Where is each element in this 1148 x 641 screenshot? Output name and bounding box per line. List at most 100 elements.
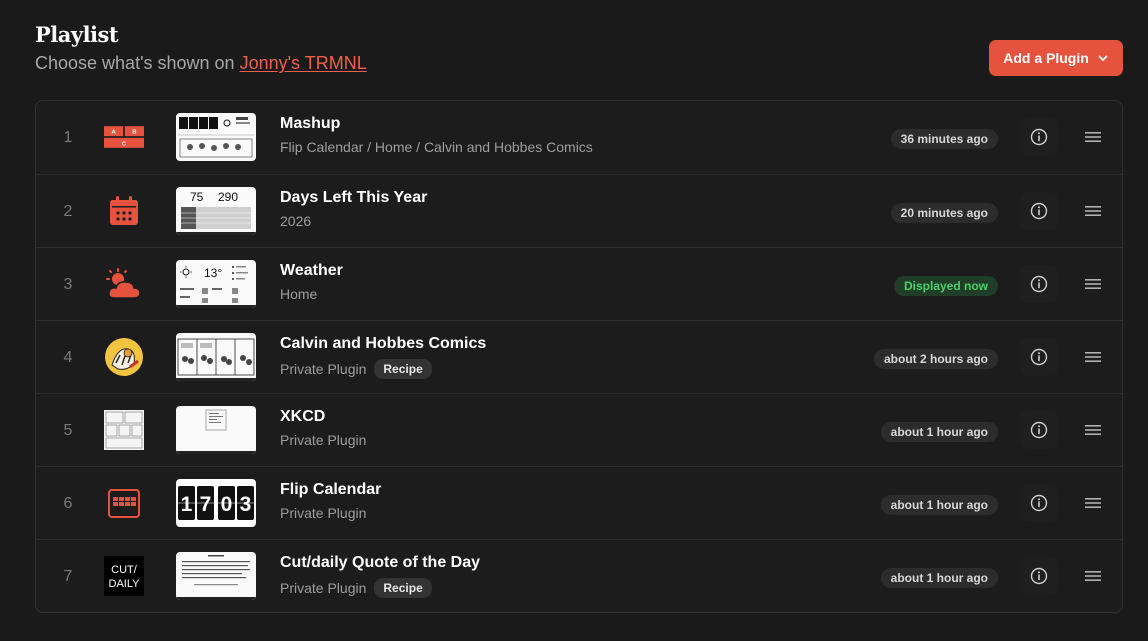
- plugin-subtitle-text: 2026: [280, 213, 312, 229]
- displayed-now-badge: Displayed now: [893, 276, 998, 296]
- cut-daily-preview-thumbnail: [176, 552, 256, 600]
- info-button[interactable]: [1020, 338, 1058, 376]
- info-button[interactable]: [1020, 557, 1058, 595]
- plugin-subtitle-text: Private Plugin: [280, 580, 367, 596]
- playlist-row-weather[interactable]: 3 13° Weather Home Displayed now: [36, 247, 1122, 320]
- row-index: 7: [63, 567, 73, 585]
- device-link[interactable]: Jonny's TRMNL: [240, 53, 367, 73]
- plugin-subtitle: Flip Calendar / Home / Calvin and Hobbes…: [280, 139, 593, 155]
- add-plugin-label: Add a Plugin: [1003, 50, 1089, 66]
- days-passed-number: 75: [190, 190, 204, 204]
- plugin-subtitle-text: Flip Calendar / Home / Calvin and Hobbes…: [280, 139, 593, 155]
- drag-handle[interactable]: [1078, 127, 1108, 147]
- page-subtitle: Choose what's shown on Jonny's TRMNL: [35, 53, 367, 74]
- recipe-badge: Recipe: [374, 359, 432, 379]
- weather-temperature: 13°: [204, 266, 222, 280]
- xkcd-icon: [104, 410, 144, 450]
- playlist-row-calvin-hobbes[interactable]: 4 Calvin and Hobbes Comics Private Plugi…: [36, 320, 1122, 393]
- weather-icon: [104, 264, 144, 304]
- plugin-subtitle: Private Plugin: [280, 432, 366, 448]
- days-left-number: 290: [218, 190, 238, 204]
- row-index: 3: [63, 275, 73, 293]
- flip-calendar-preview-thumbnail: 1 7 0 3: [176, 479, 256, 527]
- info-icon: [1030, 494, 1048, 512]
- last-shown-badge: about 1 hour ago: [880, 495, 998, 515]
- drag-handle-icon: [1085, 498, 1101, 508]
- info-button[interactable]: [1020, 411, 1058, 449]
- mashup-icon-b: B: [132, 130, 136, 136]
- drag-handle[interactable]: [1078, 201, 1108, 221]
- info-icon: [1030, 275, 1048, 293]
- info-icon: [1030, 128, 1048, 146]
- playlist-row-xkcd[interactable]: 5 XKCD Private Plugin about 1 hour ago: [36, 393, 1122, 466]
- plugin-subtitle: Private Plugin Recipe: [280, 359, 432, 379]
- plugin-subtitle-text: Private Plugin: [280, 361, 367, 377]
- info-icon: [1030, 567, 1048, 585]
- plugin-name: Days Left This Year: [280, 189, 428, 206]
- drag-handle-icon: [1085, 352, 1101, 362]
- playlist-row-cut-daily[interactable]: 7 CUT/ DAILY Cut/daily Quote of the Day …: [36, 539, 1122, 612]
- plugin-name: Mashup: [280, 115, 341, 132]
- last-shown-badge: 20 minutes ago: [890, 203, 998, 223]
- drag-handle-icon: [1085, 571, 1101, 581]
- plugin-name: Cut/daily Quote of the Day: [280, 554, 481, 571]
- row-index: 1: [63, 128, 73, 146]
- drag-handle[interactable]: [1078, 420, 1108, 440]
- mashup-preview-thumbnail: [176, 113, 256, 161]
- chevron-down-icon: [1098, 55, 1108, 61]
- playlist-row-days-left[interactable]: 2 75 290 Days Left This Year 2026 20 min…: [36, 174, 1122, 247]
- plugin-name: Weather: [280, 262, 343, 279]
- days-left-preview-thumbnail: 75 290: [176, 187, 256, 235]
- info-button[interactable]: [1020, 484, 1058, 522]
- drag-handle-icon: [1085, 206, 1101, 216]
- info-icon: [1030, 348, 1048, 366]
- plugin-subtitle-text: Home: [280, 286, 318, 302]
- flip-digit-2: 7: [200, 493, 212, 516]
- plugin-subtitle-text: Private Plugin: [280, 432, 367, 448]
- info-icon: [1030, 421, 1048, 439]
- row-index: 5: [63, 421, 73, 439]
- recipe-badge: Recipe: [374, 578, 432, 598]
- cut-daily-icon-bottom: DAILY: [109, 578, 141, 590]
- flip-digit-3: 0: [221, 493, 233, 516]
- playlist-list: 1 A B C Mashup Flip Calendar / Home / Ca…: [35, 100, 1123, 613]
- last-shown-badge: 36 minutes ago: [890, 129, 998, 149]
- drag-handle[interactable]: [1078, 347, 1108, 367]
- info-button[interactable]: [1020, 265, 1058, 303]
- weather-preview-thumbnail: 13°: [176, 260, 256, 308]
- cut-daily-icon-top: CUT/: [111, 564, 138, 576]
- drag-handle[interactable]: [1078, 274, 1108, 294]
- drag-handle[interactable]: [1078, 566, 1108, 586]
- info-button[interactable]: [1020, 118, 1058, 156]
- mashup-icon: A B C: [104, 117, 144, 157]
- plugin-name: XKCD: [280, 408, 326, 425]
- flip-digit-1: 1: [181, 493, 193, 516]
- playlist-row-flip-calendar[interactable]: 6 1 7 0 3 Flip Calendar Private Plugin a…: [36, 466, 1122, 539]
- plugin-subtitle: Private Plugin: [280, 505, 366, 521]
- drag-handle-icon: [1085, 279, 1101, 289]
- plugin-name: Flip Calendar: [280, 481, 382, 498]
- row-index: 6: [63, 494, 73, 512]
- flip-digit-4: 3: [240, 493, 252, 516]
- plugin-name: Calvin and Hobbes Comics: [280, 335, 487, 352]
- page-title: Playlist: [35, 22, 119, 47]
- subtitle-prefix: Choose what's shown on: [35, 53, 240, 73]
- drag-handle[interactable]: [1078, 493, 1108, 513]
- plugin-subtitle: 2026: [280, 213, 311, 229]
- add-plugin-button[interactable]: Add a Plugin: [989, 40, 1123, 76]
- drag-handle-icon: [1085, 132, 1101, 142]
- plugin-subtitle-text: Private Plugin: [280, 505, 367, 521]
- row-index: 4: [63, 348, 73, 366]
- calvin-hobbes-icon: [104, 337, 144, 377]
- flip-calendar-icon: [104, 483, 144, 523]
- last-shown-badge: about 1 hour ago: [880, 422, 998, 442]
- cut-daily-icon: CUT/ DAILY: [104, 556, 144, 596]
- info-button[interactable]: [1020, 192, 1058, 230]
- plugin-subtitle: Home: [280, 286, 317, 302]
- drag-handle-icon: [1085, 425, 1101, 435]
- playlist-row-mashup[interactable]: 1 A B C Mashup Flip Calendar / Home / Ca…: [36, 101, 1122, 174]
- calvin-hobbes-preview-thumbnail: [176, 333, 256, 381]
- plugin-subtitle: Private Plugin Recipe: [280, 578, 432, 598]
- xkcd-preview-thumbnail: [176, 406, 256, 454]
- last-shown-badge: about 2 hours ago: [873, 349, 998, 369]
